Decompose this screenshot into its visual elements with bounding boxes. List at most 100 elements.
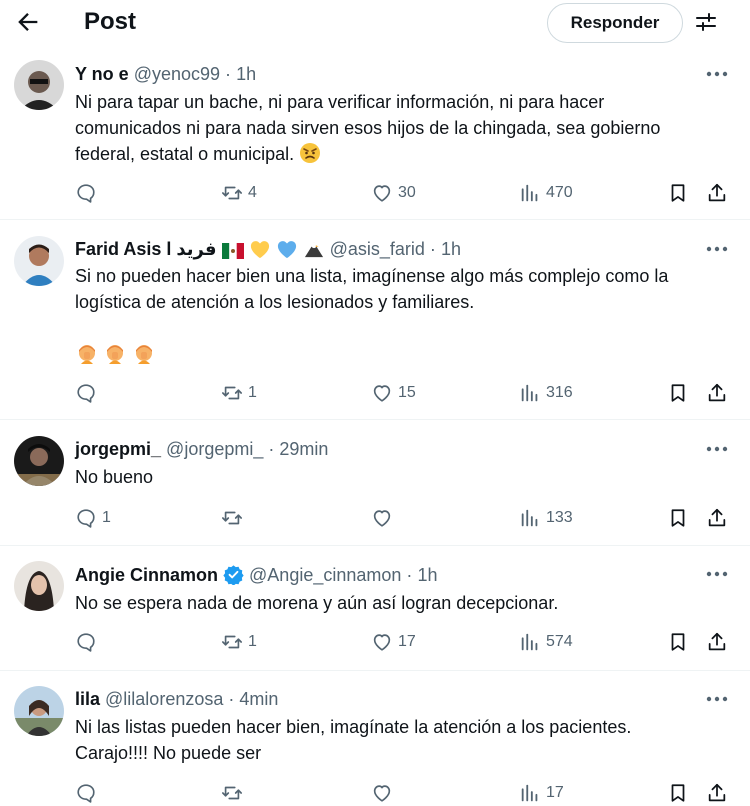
author-name[interactable]: Angie Cinnamon	[75, 565, 218, 585]
angry-face-emoji	[300, 143, 321, 163]
facepalm-emoji	[79, 345, 95, 364]
tweet-actions: 4 30 470	[0, 181, 750, 205]
reply-action[interactable]: 1	[75, 506, 111, 530]
share-action[interactable]	[706, 506, 728, 530]
like-action[interactable]	[371, 506, 398, 530]
text-line: No se espera nada de morena y aún así lo…	[75, 593, 559, 613]
text-line: Ni para tapar un bache, ni para verifica…	[75, 92, 605, 112]
reply-action[interactable]	[75, 630, 102, 654]
timestamp[interactable]: 1h	[236, 64, 256, 84]
reply-count: 1	[102, 509, 111, 526]
views-chart-icon	[521, 509, 538, 527]
facepalm-emoji	[107, 345, 124, 364]
timestamp[interactable]: 1h	[441, 239, 461, 259]
bookmark-action[interactable]	[667, 630, 689, 654]
repost-icon	[222, 786, 242, 800]
comment-icon	[77, 184, 95, 203]
repost-action[interactable]	[221, 781, 248, 805]
bookmark-action[interactable]	[667, 381, 689, 405]
bookmark-action[interactable]	[667, 506, 689, 530]
share-action[interactable]	[706, 181, 728, 205]
more-horizontal-icon	[706, 246, 728, 252]
more-options-button[interactable]	[704, 689, 730, 709]
mexico-flag-emoji	[221, 243, 244, 259]
reply-tweet[interactable]: Y no e @yenoc99 · 1h Ni para tapar un ba…	[0, 46, 750, 220]
reply-action[interactable]	[75, 181, 102, 205]
share-icon	[708, 183, 726, 202]
text-line-content: federal, estatal o municipal.	[75, 144, 295, 164]
text-line: Carajo!!!! No puede ser	[75, 743, 262, 763]
bookmark-icon	[671, 784, 685, 802]
timestamp[interactable]: 1h	[417, 565, 437, 585]
reply-button[interactable]: Responder	[547, 3, 683, 43]
repost-action[interactable]: 4	[221, 181, 257, 205]
author-name[interactable]: lila	[75, 689, 100, 709]
avatar[interactable]	[14, 436, 64, 486]
views-action[interactable]: 133	[519, 506, 573, 530]
timestamp[interactable]: 4min	[239, 689, 278, 709]
reply-tweet[interactable]: jorgepmi_ @jorgepmi_ · 29min No bueno 1 …	[0, 420, 750, 546]
views-chart-icon	[521, 633, 538, 651]
views-action[interactable]: 470	[519, 181, 573, 205]
author-handle[interactable]: @asis_farid	[330, 239, 425, 259]
share-icon	[708, 783, 726, 802]
settings-button[interactable]	[694, 10, 718, 34]
bookmark-action[interactable]	[667, 181, 689, 205]
share-action[interactable]	[706, 381, 728, 405]
share-action[interactable]	[706, 781, 728, 805]
text-line: comunicados ni para nada sirven esos hij…	[75, 118, 661, 138]
author-handle[interactable]: @lilalorenzosa	[105, 689, 223, 709]
repost-action[interactable]: 1	[221, 630, 257, 654]
like-action[interactable]	[371, 781, 398, 805]
more-options-button[interactable]	[704, 439, 730, 459]
author-name[interactable]: jorgepmi_	[75, 439, 161, 459]
repost-count: 1	[248, 633, 257, 650]
back-button[interactable]	[14, 8, 42, 36]
author-name[interactable]: Farid Asis l فريد	[75, 239, 217, 259]
reply-action[interactable]	[75, 381, 102, 405]
avatar[interactable]	[14, 60, 64, 110]
repost-action[interactable]	[221, 506, 248, 530]
share-icon	[708, 508, 726, 527]
more-options-button[interactable]	[704, 239, 730, 259]
like-action[interactable]: 15	[371, 381, 416, 405]
views-action[interactable]: 574	[519, 630, 573, 654]
repost-count: 1	[248, 384, 257, 401]
author-name[interactable]: Y no e	[75, 64, 129, 84]
tweet-header: Angie Cinnamon @Angie_cinnamon · 1h	[75, 563, 437, 587]
top-bar: Post Responder	[0, 0, 750, 46]
reply-tweet[interactable]: Farid Asis l فريد @asis_farid · 1h Si no…	[0, 220, 750, 420]
repost-icon	[222, 511, 242, 525]
reply-tweet[interactable]: Angie Cinnamon @Angie_cinnamon · 1h No s…	[0, 546, 750, 671]
views-action[interactable]: 17	[519, 781, 564, 805]
share-action[interactable]	[706, 630, 728, 654]
views-chart-icon	[521, 384, 538, 402]
tweet-header: jorgepmi_ @jorgepmi_ · 29min	[75, 437, 328, 461]
separator-dot: ·	[268, 439, 275, 459]
bookmark-action[interactable]	[667, 781, 689, 805]
author-handle[interactable]: @jorgepmi_	[166, 439, 263, 459]
repost-action[interactable]: 1	[221, 381, 257, 405]
tweet-actions: 1 133	[0, 506, 750, 530]
author-handle[interactable]: @yenoc99	[134, 64, 220, 84]
reply-action[interactable]	[75, 781, 102, 805]
author-handle[interactable]: @Angie_cinnamon	[249, 565, 401, 585]
separator-dot: ·	[225, 64, 232, 84]
views-action[interactable]: 316	[519, 381, 573, 405]
more-options-button[interactable]	[704, 564, 730, 584]
avatar[interactable]	[14, 561, 64, 611]
avatar[interactable]	[14, 236, 64, 286]
view-count: 17	[546, 784, 564, 801]
bookmark-icon	[671, 509, 685, 527]
comment-icon	[77, 784, 95, 803]
like-action[interactable]: 17	[371, 630, 416, 654]
reply-tweet[interactable]: lila @lilalorenzosa · 4min Ni las listas…	[0, 671, 750, 806]
avatar[interactable]	[14, 686, 64, 736]
page-title: Post	[84, 8, 137, 35]
arrow-left-icon	[18, 13, 38, 31]
like-action[interactable]: 30	[371, 181, 416, 205]
bookmark-icon	[671, 384, 685, 402]
more-options-button[interactable]	[704, 64, 730, 84]
tweet-text: No bueno	[75, 464, 735, 490]
timestamp[interactable]: 29min	[279, 439, 328, 459]
